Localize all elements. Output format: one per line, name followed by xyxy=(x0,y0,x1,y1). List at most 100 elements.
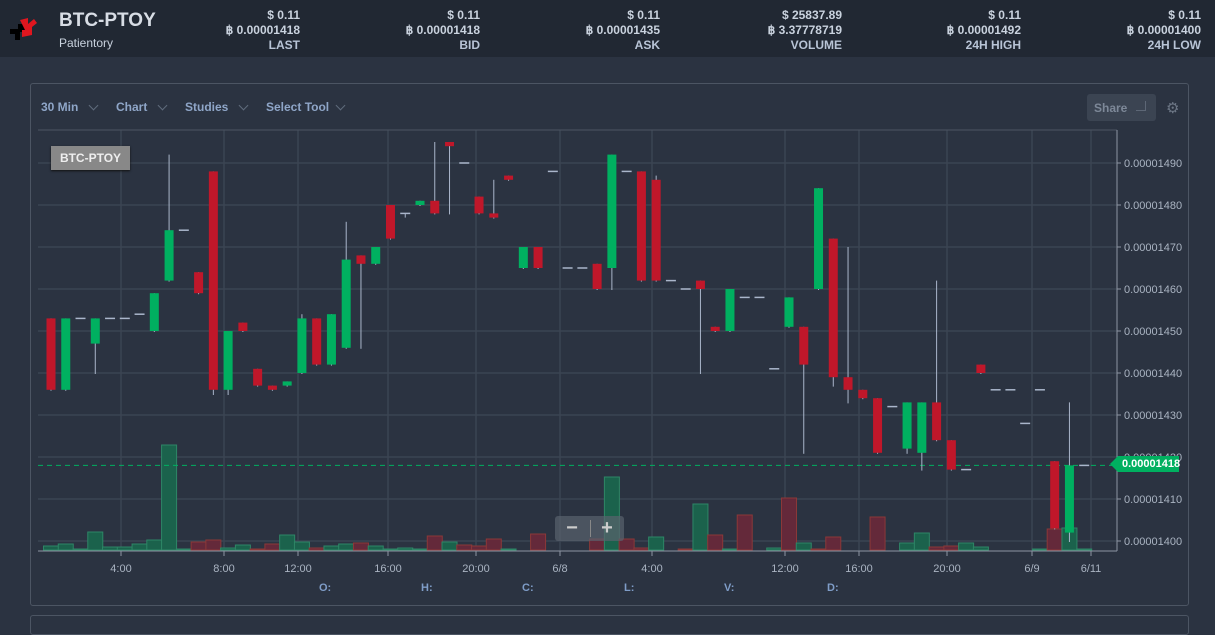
volume-bar xyxy=(456,544,473,551)
candle-up xyxy=(902,402,912,449)
y-tick-label: 0.00001410 xyxy=(1124,494,1182,506)
ohlc-label: H: xyxy=(421,582,433,594)
y-tick-label: 0.00001430 xyxy=(1124,410,1182,422)
ohlc-label: V: xyxy=(724,582,735,594)
volume-bar xyxy=(338,543,355,551)
candle-down xyxy=(651,179,661,281)
volume-bar xyxy=(293,541,310,551)
volume-bar xyxy=(869,516,886,551)
volume-bar xyxy=(87,531,104,551)
volume-bar xyxy=(692,503,709,551)
volume-bar xyxy=(648,536,665,551)
y-tick-label: 0.00001400 xyxy=(1124,536,1182,548)
volume-bar xyxy=(161,444,178,551)
volume-bar xyxy=(116,546,133,551)
candle-up xyxy=(223,331,233,390)
volume-bar xyxy=(1046,528,1063,551)
candle-up xyxy=(282,381,292,386)
volume-bar xyxy=(928,546,945,551)
candle-down xyxy=(636,171,646,281)
candle-down xyxy=(932,402,942,441)
x-tick-label: 4:00 xyxy=(641,563,662,575)
candle-down xyxy=(238,322,248,331)
volume-bar xyxy=(485,538,502,551)
zoom-in-button[interactable]: + xyxy=(590,516,624,541)
volume-bar xyxy=(766,547,783,551)
candle-up xyxy=(61,318,71,390)
volume-bar xyxy=(913,532,930,551)
ohlc-label: L: xyxy=(624,582,635,594)
y-tick-label: 0.00001440 xyxy=(1124,368,1182,380)
volume-bar xyxy=(500,548,517,551)
zoom-out-button[interactable]: − xyxy=(555,516,589,541)
ohlc-label: C: xyxy=(522,582,534,594)
y-tick-label: 0.00001490 xyxy=(1124,158,1182,170)
volume-bar xyxy=(146,539,163,551)
symbol-label: BTC-PTOY xyxy=(51,146,130,170)
volume-bar xyxy=(781,497,797,551)
volume-bar xyxy=(1076,548,1093,551)
candle-down xyxy=(873,398,883,453)
volume-bar xyxy=(323,545,340,551)
x-tick-label: 20:00 xyxy=(933,563,961,575)
candle-down xyxy=(976,364,986,373)
volume-bar xyxy=(279,534,296,551)
candle-down xyxy=(430,200,440,214)
volume-bar xyxy=(633,547,650,551)
candle-up xyxy=(518,247,528,268)
candle-down xyxy=(46,318,56,390)
x-tick-label: 12:00 xyxy=(771,563,799,575)
volume-bar xyxy=(43,545,59,551)
candle-down xyxy=(267,385,277,390)
y-tick-label: 0.00001480 xyxy=(1124,200,1182,212)
volume-bar xyxy=(102,546,119,551)
volume-bar xyxy=(677,548,694,551)
candle-up xyxy=(371,247,381,264)
volume-bar xyxy=(943,545,960,551)
volume-bar xyxy=(530,533,547,551)
candle-down xyxy=(474,196,484,214)
volume-bar xyxy=(131,543,148,551)
candle-up xyxy=(341,259,351,348)
candle-down xyxy=(828,238,838,378)
candle-down xyxy=(208,171,218,390)
candle-down xyxy=(489,213,499,218)
volume-bar xyxy=(795,542,812,551)
x-tick-label: 4:00 xyxy=(110,563,131,575)
candle-down xyxy=(445,142,455,147)
volume-bar xyxy=(205,539,222,551)
volume-bar xyxy=(412,548,428,551)
volume-bar xyxy=(308,547,325,551)
candle-down xyxy=(799,326,809,365)
y-tick-label: 0.00001450 xyxy=(1124,326,1182,338)
candle-up xyxy=(1064,465,1074,533)
volume-bar xyxy=(234,544,251,551)
volume-bar xyxy=(707,534,724,551)
x-tick-label: 6/9 xyxy=(1024,563,1039,575)
y-tick-label: 0.00001460 xyxy=(1124,284,1182,296)
volume-bar xyxy=(721,548,738,551)
volume-bar xyxy=(825,536,842,551)
x-tick-label: 12:00 xyxy=(284,563,312,575)
ohlc-label: O: xyxy=(319,582,332,594)
candle-down xyxy=(946,440,956,470)
volume-bar xyxy=(352,542,369,551)
volume-bar xyxy=(441,541,458,551)
x-tick-label: 16:00 xyxy=(374,563,402,575)
candle-down xyxy=(504,175,514,180)
volume-bar xyxy=(810,548,827,551)
volume-bar xyxy=(175,548,192,551)
candle-up xyxy=(90,318,100,344)
candle-up xyxy=(149,293,159,331)
volume-bar xyxy=(57,543,74,551)
volume-bar xyxy=(736,514,753,551)
candle-up xyxy=(725,289,735,331)
x-tick-label: 6/11 xyxy=(1081,563,1102,575)
candle-up xyxy=(297,318,307,373)
volume-bar xyxy=(958,542,975,551)
candle-up xyxy=(917,402,927,453)
volume-bar xyxy=(471,545,488,551)
volume-bar xyxy=(249,548,266,551)
last-price-tag: 0.00001418 xyxy=(1110,456,1180,472)
zoom-control: − + xyxy=(555,516,624,541)
